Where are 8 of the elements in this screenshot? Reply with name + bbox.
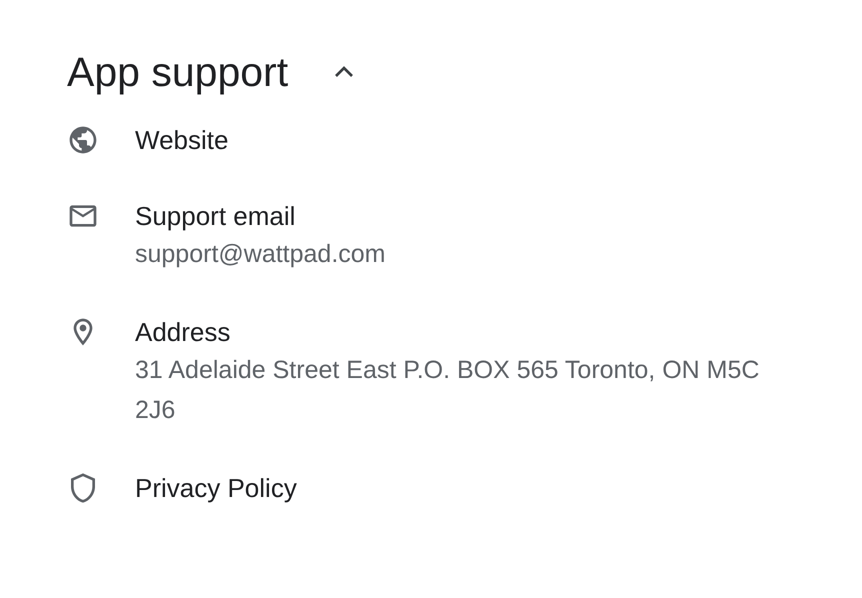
item-title[interactable]: Support email [135,198,775,234]
item-detail: 31 Adelaide Street East P.O. BOX 565 Toronto, ON M5C 2J6 [135,355,760,426]
item-detail: support@wattpad.com [135,239,387,270]
item-title[interactable]: Website [135,122,228,158]
item-title[interactable]: Privacy Policy [135,470,297,506]
section-title: App support [67,52,288,92]
globe-icon [67,124,99,156]
item-title[interactable]: Address [135,314,775,350]
